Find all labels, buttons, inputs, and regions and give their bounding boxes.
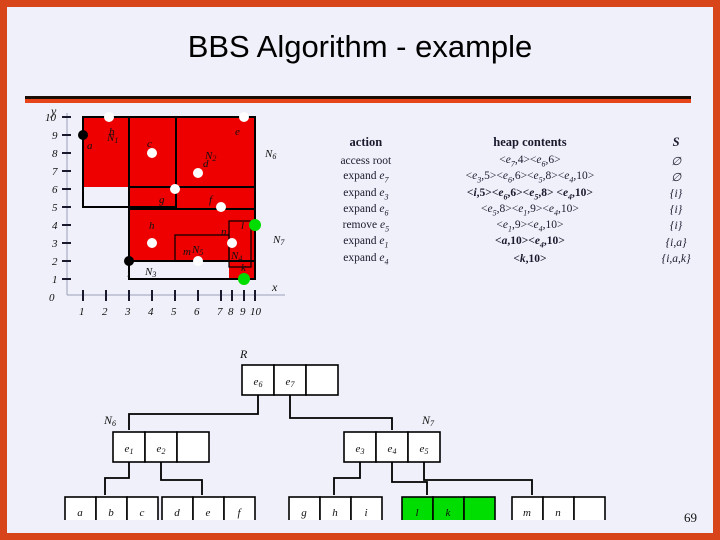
trace-cell-heap: <e5,8><e1,9><e4,10> bbox=[480, 202, 579, 218]
trace-row: expand e3 <i,5><e6,6><e5,8> <e4,10> {i} bbox=[312, 186, 712, 202]
origin-label: 0 bbox=[49, 292, 55, 304]
svg-text:2: 2 bbox=[52, 256, 58, 268]
trace-cell-action: access root bbox=[340, 155, 392, 168]
svg-text:n: n bbox=[221, 226, 227, 238]
trace-cell-heap: <k,10> bbox=[513, 252, 547, 265]
svg-text:g: g bbox=[301, 507, 307, 519]
trace-cell-action: expand e6 bbox=[343, 202, 389, 218]
slide-canvas: BBS Algorithm - example .ax{stroke:#9aa0… bbox=[7, 7, 713, 533]
trace-row: access root <e7,4><e6,6> ∅ bbox=[312, 153, 712, 169]
svg-text:9: 9 bbox=[52, 130, 58, 142]
trace-cell-action: expand e1 bbox=[343, 235, 389, 250]
svg-text:d: d bbox=[203, 158, 209, 170]
svg-text:6: 6 bbox=[194, 306, 200, 318]
tree-node-N4: l k N4 bbox=[401, 496, 496, 520]
mbr-scatter-plot: .ax{stroke:#9aa0b5;stroke-width:1;} .tk{… bbox=[37, 105, 312, 327]
svg-text:l: l bbox=[415, 507, 418, 519]
svg-text:3: 3 bbox=[51, 238, 58, 250]
svg-text:b: b bbox=[108, 507, 114, 519]
trace-cell-action: expand e7 bbox=[343, 170, 389, 185]
svg-text:N7: N7 bbox=[272, 234, 285, 247]
tree-node-N1: a b c N1 bbox=[64, 496, 159, 520]
trace-cell-s: {i,a,k} bbox=[661, 252, 691, 265]
svg-text:b: b bbox=[109, 126, 115, 138]
trace-row: expand e1 <a,10><e4,10> {i,a} bbox=[312, 234, 712, 250]
svg-text:10: 10 bbox=[250, 306, 262, 318]
svg-text:8: 8 bbox=[228, 306, 234, 318]
svg-text:h: h bbox=[332, 507, 338, 519]
svg-text:d: d bbox=[174, 507, 180, 519]
svg-text:3: 3 bbox=[124, 306, 131, 318]
trace-cell-s: ∅ bbox=[671, 156, 682, 169]
trace-header-action: action bbox=[349, 135, 383, 149]
svg-text:c: c bbox=[140, 507, 145, 519]
x-axis-label: x bbox=[271, 280, 278, 294]
trace-cell-heap: <e1,9><e4,10> bbox=[496, 219, 564, 234]
svg-text:m: m bbox=[523, 507, 531, 519]
trace-cell-action: expand e4 bbox=[343, 251, 389, 267]
svg-text:5: 5 bbox=[52, 202, 58, 214]
svg-text:a: a bbox=[77, 507, 83, 519]
svg-text:2: 2 bbox=[102, 306, 108, 318]
trace-cell-heap: <a,10><e4,10> bbox=[495, 235, 565, 250]
trace-header-s: S bbox=[672, 135, 680, 149]
tree-node-N5: m n N5 bbox=[511, 496, 606, 520]
page-title: BBS Algorithm - example bbox=[187, 29, 533, 64]
svg-text:4: 4 bbox=[52, 220, 58, 232]
trace-cell-action: remove e5 bbox=[342, 219, 390, 234]
svg-text:7: 7 bbox=[217, 306, 223, 318]
svg-text:9: 9 bbox=[240, 306, 246, 318]
trace-cell-action: expand e3 bbox=[343, 186, 389, 201]
trace-row: remove e5 <e1,9><e4,10> {i} bbox=[312, 218, 712, 234]
trace-cell-s: {i} bbox=[669, 187, 683, 200]
svg-text:N7: N7 bbox=[421, 413, 435, 428]
trace-header-heap: heap contents bbox=[493, 135, 567, 149]
trace-cell-s: {i} bbox=[669, 204, 683, 217]
svg-text:i: i bbox=[364, 507, 367, 519]
svg-text:1: 1 bbox=[79, 306, 85, 318]
title-rule-orange bbox=[25, 99, 691, 103]
svg-text:n: n bbox=[555, 507, 561, 519]
r-tree-structure: .cell{fill:#ffffff;stroke:#000;stroke-wi… bbox=[62, 340, 672, 520]
tree-node-N2: d e f N2 bbox=[161, 496, 256, 520]
trace-row: expand e6 <e5,8><e1,9><e4,10> {i} bbox=[312, 202, 712, 218]
page-number: 69 bbox=[684, 510, 697, 525]
svg-text:g: g bbox=[159, 194, 165, 206]
svg-text:l: l bbox=[241, 220, 244, 232]
svg-text:a: a bbox=[87, 140, 93, 152]
bbs-trace-table: action heap contents S access root <e7,4>… bbox=[312, 135, 712, 267]
svg-text:m: m bbox=[183, 246, 191, 258]
svg-text:e: e bbox=[235, 126, 240, 138]
y-axis-label: y bbox=[50, 105, 57, 118]
svg-text:1: 1 bbox=[52, 274, 58, 286]
svg-text:5: 5 bbox=[171, 306, 177, 318]
svg-text:i: i bbox=[127, 268, 130, 280]
svg-text:8: 8 bbox=[52, 148, 58, 160]
trace-cell-heap: <e7,4><e6,6> bbox=[499, 154, 561, 169]
trace-cell-s: {i,a} bbox=[665, 236, 687, 249]
svg-text:N6: N6 bbox=[103, 413, 116, 428]
trace-row: expand e4 <k,10> {i,a,k} bbox=[312, 251, 712, 267]
trace-cell-heap: <e3,5><e6,6><e5,8><e4,10> bbox=[465, 170, 595, 185]
trace-header-row: action heap contents S bbox=[312, 135, 712, 153]
svg-text:6: 6 bbox=[52, 184, 58, 196]
tree-node-N6: N6 e1 e2 bbox=[103, 413, 210, 463]
trace-row: expand e7 <e3,5><e6,6><e5,8><e4,10> ∅ bbox=[312, 169, 712, 185]
tree-node-R: R e6 e7 bbox=[239, 347, 339, 396]
svg-text:c: c bbox=[147, 138, 152, 150]
trace-cell-s: {i} bbox=[669, 220, 683, 233]
svg-text:e: e bbox=[206, 507, 211, 519]
trace-cell-heap: <i,5><e6,6><e5,8> <e4,10> bbox=[466, 186, 593, 201]
svg-text:7: 7 bbox=[52, 166, 58, 178]
tree-node-N3: g h i N3 bbox=[288, 496, 383, 520]
x-axis-ticks: 1 2 3 4 5 6 7 8 9 10 bbox=[79, 290, 262, 318]
trace-cell-s: ∅ bbox=[671, 172, 682, 185]
svg-text:h: h bbox=[149, 220, 155, 232]
svg-text:4: 4 bbox=[148, 306, 154, 318]
svg-text:R: R bbox=[239, 347, 248, 361]
svg-text:N6: N6 bbox=[264, 148, 276, 161]
